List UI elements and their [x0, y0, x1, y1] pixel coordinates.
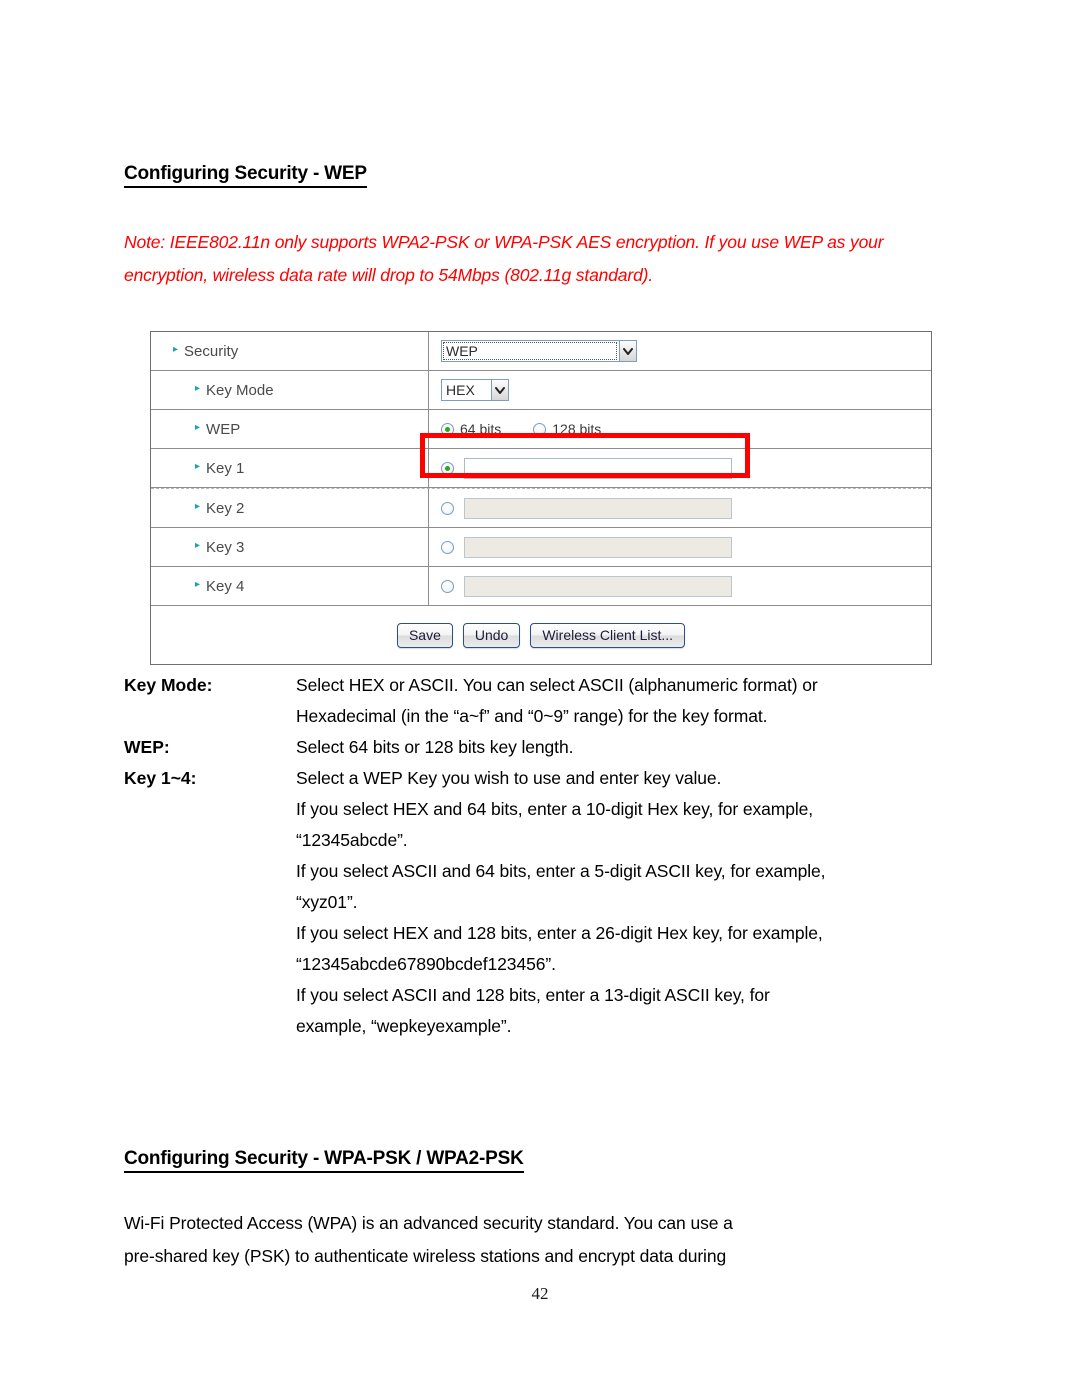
label-wep-cell: ▸ WEP	[151, 410, 429, 448]
label-key-mode: Key Mode	[206, 381, 274, 399]
definition-colon: :	[206, 675, 213, 695]
key-mode-select-value: HEX	[441, 379, 491, 401]
page-title-wep: Configuring Security - WEP	[124, 163, 367, 188]
label-key-4: Key 4	[206, 577, 245, 595]
label-key-mode-cell: ▸ Key Mode	[151, 371, 429, 409]
wireless-client-list-button[interactable]: Wireless Client List...	[530, 622, 686, 648]
definition-line: Select HEX or ASCII. You can select ASCI…	[296, 675, 818, 695]
definition-colon: :	[163, 737, 170, 757]
definition-line: Select a WEP Key you wish to use and ent…	[296, 768, 722, 788]
wep-settings-panel: ▸ Security WEP ▸ Key Mode HEX ▸ WEP 64 b…	[150, 331, 932, 665]
definition-line: “12345abcde”.	[296, 830, 408, 850]
definition-line: If you select ASCII and 64 bits, enter a…	[296, 861, 826, 881]
control-key-3-cell	[429, 528, 931, 566]
definition-term-key-mode-text: Key Mode	[124, 675, 207, 695]
triangle-bullet-icon: ▸	[195, 422, 201, 433]
security-select-value: WEP	[441, 340, 619, 362]
label-key-1: Key 1	[206, 459, 245, 477]
control-security-cell: WEP	[429, 332, 931, 370]
label-key-1-cell: ▸ Key 1	[151, 449, 429, 487]
control-wep-bits-cell: 64 bits 128 bits	[429, 410, 931, 448]
page-number: 42	[531, 1284, 549, 1303]
document-page: Configuring Security - WEP Note: IEEE802…	[0, 0, 1080, 1397]
triangle-bullet-icon: ▸	[195, 501, 201, 512]
row-wep-bits: ▸ WEP 64 bits 128 bits	[151, 410, 931, 449]
definition-term-wep: WEP:	[124, 732, 296, 763]
label-security-cell: ▸ Security	[151, 332, 429, 370]
chevron-down-icon	[491, 379, 509, 401]
radio-option-128-bits[interactable]: 128 bits	[533, 421, 601, 437]
control-key-2-cell	[429, 489, 931, 527]
row-actions: Save Undo Wireless Client List...	[151, 606, 931, 664]
radio-option-64-bits[interactable]: 64 bits	[441, 421, 501, 437]
definition-line: example, “wepkeyexample”.	[296, 1016, 512, 1036]
row-key-1: ▸ Key 1	[151, 449, 931, 488]
radio-key-2[interactable]	[441, 501, 454, 515]
control-key-1-cell	[429, 449, 931, 487]
definition-line: Hexadecimal (in the “a~f” and “0~9” rang…	[296, 706, 768, 726]
label-key-2-cell: ▸ Key 2	[151, 489, 429, 527]
definition-key-1-4: Key 1~4: Select a WEP Key you wish to us…	[124, 763, 984, 1042]
label-key-3: Key 3	[206, 538, 245, 556]
save-button[interactable]: Save	[396, 622, 453, 648]
triangle-bullet-icon: ▸	[195, 540, 201, 551]
paragraph-line-2: pre-shared key (PSK) to authenticate wir…	[124, 1246, 727, 1266]
page-title-wpa: Configuring Security - WPA-PSK / WPA2-PS…	[124, 1148, 524, 1173]
triangle-bullet-icon: ▸	[173, 344, 179, 355]
definition-line: If you select HEX and 128 bits, enter a …	[296, 923, 823, 943]
chevron-down-icon	[619, 340, 637, 362]
key-1-input[interactable]	[464, 457, 732, 479]
key-3-input[interactable]	[464, 536, 732, 558]
definition-term-key-mode: Key Mode:	[124, 670, 296, 701]
label-key-2: Key 2	[206, 499, 245, 517]
triangle-bullet-icon: ▸	[195, 461, 201, 472]
definition-key-mode: Key Mode: Select HEX or ASCII. You can s…	[124, 670, 984, 732]
control-key-mode-cell: HEX	[429, 371, 931, 409]
undo-button[interactable]: Undo	[462, 622, 521, 648]
definition-term-wep-text: WEP	[124, 737, 164, 757]
label-wep: WEP	[206, 420, 241, 438]
field-descriptions: Key Mode: Select HEX or ASCII. You can s…	[124, 670, 984, 1042]
definition-line: Select 64 bits or 128 bits key length.	[296, 737, 574, 757]
definition-term-key-1-4: Key 1~4:	[124, 763, 296, 794]
key-4-input[interactable]	[464, 575, 732, 597]
radio-key-4[interactable]	[441, 579, 454, 593]
definition-wep: WEP: Select 64 bits or 128 bits key leng…	[124, 732, 984, 763]
note-block: Note: IEEE802.11n only supports WPA2-PSK…	[124, 226, 962, 292]
radio-128-bits-label: 128 bits	[552, 421, 602, 437]
control-key-4-cell	[429, 567, 931, 605]
definition-term-key-1-4-text: Key 1~4	[124, 768, 191, 788]
definition-line: If you select HEX and 64 bits, enter a 1…	[296, 799, 814, 819]
wpa-intro-paragraph: Wi-Fi Protected Access (WPA) is an advan…	[124, 1207, 924, 1273]
key-2-input[interactable]	[464, 497, 732, 519]
row-security: ▸ Security WEP	[151, 332, 931, 371]
row-key-mode: ▸ Key Mode HEX	[151, 371, 931, 410]
radio-64-bits-label: 64 bits	[460, 421, 502, 437]
definition-line: If you select ASCII and 128 bits, enter …	[296, 985, 770, 1005]
label-key-3-cell: ▸ Key 3	[151, 528, 429, 566]
radio-key-3[interactable]	[441, 540, 454, 554]
definition-desc-key-mode: Select HEX or ASCII. You can select ASCI…	[296, 670, 984, 732]
definition-line: “xyz01”.	[296, 892, 358, 912]
definition-desc-wep: Select 64 bits or 128 bits key length.	[296, 732, 984, 763]
paragraph-line-1: Wi-Fi Protected Access (WPA) is an advan…	[124, 1213, 733, 1233]
definition-line: “12345abcde67890bcdef123456”.	[296, 954, 556, 974]
radio-128-bits[interactable]	[533, 422, 547, 436]
radio-key-1[interactable]	[441, 461, 454, 475]
wep-key-length-radio-group: 64 bits 128 bits	[441, 421, 633, 437]
triangle-bullet-icon: ▸	[195, 383, 201, 394]
definition-desc-key-1-4: Select a WEP Key you wish to use and ent…	[296, 763, 984, 1042]
triangle-bullet-icon: ▸	[195, 579, 201, 590]
row-key-3: ▸ Key 3	[151, 528, 931, 567]
key-mode-select[interactable]: HEX	[441, 379, 509, 401]
row-key-4: ▸ Key 4	[151, 567, 931, 606]
radio-64-bits[interactable]	[441, 422, 454, 436]
note-line-1: Note: IEEE802.11n only supports WPA2-PSK…	[124, 232, 846, 252]
security-select[interactable]: WEP	[441, 340, 637, 362]
definition-colon: :	[190, 768, 197, 788]
row-key-2: ▸ Key 2	[151, 488, 931, 528]
label-security: Security	[184, 342, 239, 360]
label-key-4-cell: ▸ Key 4	[151, 567, 429, 605]
